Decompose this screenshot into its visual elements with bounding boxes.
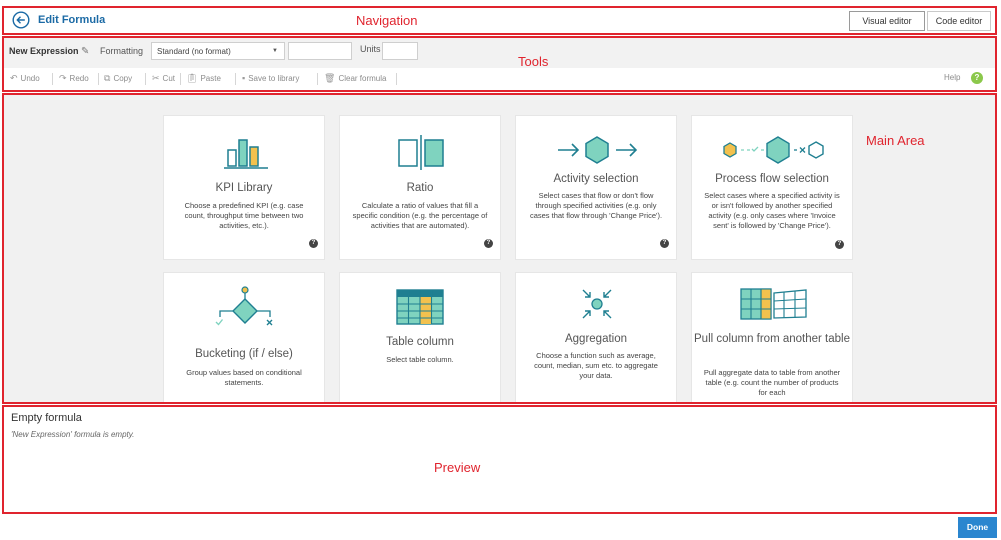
done-button[interactable]: Done [958,517,997,538]
redo-label: Redo [69,74,89,83]
card-description: Select table column. [386,355,454,364]
clear-formula-label: Clear formula [338,74,387,83]
chevron-down-icon: ▼ [272,48,278,54]
card-activity-selection[interactable]: Activity selection Select cases that flo… [515,115,677,260]
redo-button[interactable]: ↷ Redo [59,73,89,84]
units-input[interactable] [382,42,418,60]
action-toolbar: ↶ Undo ↷ Redo ⧉ Copy ✂ Cut 📋︎ Paste ▪ Save to … [4,68,995,90]
undo-button[interactable]: ↶ Undo [10,73,40,84]
copy-icon: ⧉ [104,73,111,83]
pull-column-icon [740,288,807,320]
formatting-select[interactable]: Standard (no format) ▼ [151,42,285,60]
formatting-value: Standard (no format) [157,47,231,56]
help-question-icon[interactable]: ? [484,239,493,248]
navigation-bar: Edit Formula Navigation Visual editor Co… [2,6,997,35]
main-region-label: Main Area [866,133,925,148]
bucketing-icon [215,286,273,326]
card-title: Ratio [406,182,434,194]
card-ratio[interactable]: Ratio Calculate a ratio of values that f… [339,115,501,260]
expression-settings-row: New Expression ✎ Formatting Standard (no… [4,38,995,69]
card-description: Group values based on conditional statem… [186,368,302,387]
trash-icon: 🗑︎ [324,73,336,83]
kpi-library-icon [224,139,268,169]
paste-label: Paste [200,74,221,83]
toolbar-divider [235,73,236,85]
cut-label: Cut [162,74,175,83]
copy-label: Copy [113,74,133,83]
card-title: Table column [386,336,454,348]
help-icon[interactable]: ? [971,72,983,84]
card-pull-column[interactable]: Pull column from another table Pull aggr… [691,272,853,402]
card-description: Pull aggregate data to table from anothe… [703,368,841,397]
clear-formula-button[interactable]: 🗑︎ Clear formula [324,73,386,84]
help-question-icon[interactable]: ? [660,239,669,248]
activity-selection-icon [558,136,638,164]
redo-icon: ↷ [59,73,67,83]
preview-message: 'New Expression' formula is empty. [11,430,135,439]
card-description: Select cases where a specified activity … [704,191,840,230]
card-title: Bucketing (if / else) [195,348,293,360]
navigation-region-label: Navigation [356,13,418,28]
pencil-icon[interactable]: ✎ [81,46,89,57]
undo-icon: ↶ [10,73,18,83]
ratio-icon [398,135,444,170]
save-to-library-button[interactable]: ▪ Save to library [242,73,299,83]
preview-title: Empty formula [11,412,82,424]
save-icon: ▪ [242,73,246,83]
help-question-icon[interactable]: ? [309,239,318,248]
card-title: KPI Library [215,182,273,194]
tools-bar: New Expression ✎ Formatting Standard (no… [2,36,997,92]
tab-code-editor[interactable]: Code editor [927,11,991,31]
card-table-column[interactable]: Table column Select table column. [339,272,501,402]
preview-panel: Empty formula 'New Expression' formula i… [2,405,997,514]
back-arrow-icon[interactable] [12,11,30,29]
help-question-icon[interactable]: ? [835,240,844,249]
toolbar-divider [52,73,53,85]
card-title: Activity selection [553,173,639,185]
tools-region-label: Tools [518,54,549,69]
card-kpi-library[interactable]: KPI Library Choose a predefined KPI (e.g… [163,115,325,260]
paste-icon: 📋︎ [186,73,198,83]
copy-button[interactable]: ⧉ Copy [104,73,132,84]
undo-label: Undo [20,74,40,83]
edit-formula-window: Edit Formula Navigation Visual editor Co… [0,0,1001,540]
card-process-flow-selection[interactable]: Process flow selection Select cases wher… [691,115,853,260]
cut-icon: ✂ [152,73,160,83]
card-description: Calculate a ratio of values that fill a … [352,201,488,230]
expression-name: New Expression [9,46,79,56]
card-title: Pull column from another table [694,333,850,345]
card-title: Process flow selection [715,173,829,185]
card-description: Choose a function such as average, count… [534,351,658,380]
card-title: Aggregation [564,333,628,345]
page-title: Edit Formula [38,14,106,26]
paste-button[interactable]: 📋︎ Paste [186,73,221,84]
tab-visual-editor[interactable]: Visual editor [849,11,925,31]
table-column-icon [396,289,444,325]
aggregation-icon [582,289,612,319]
card-description: Select cases that flow or don't flow thr… [529,191,663,220]
card-aggregation[interactable]: Aggregation Choose a function such as av… [515,272,677,402]
cut-button[interactable]: ✂ Cut [152,73,175,84]
toolbar-divider [317,73,318,85]
save-to-library-label: Save to library [248,74,300,83]
process-flow-icon [723,136,824,164]
toolbar-divider [180,73,181,85]
main-area: Main Area KPI Library Choose a predefine… [2,93,997,404]
preview-region-label: Preview [434,460,481,475]
format-extra-input[interactable] [288,42,352,60]
formatting-label: Formatting [100,46,144,56]
card-bucketing[interactable]: Bucketing (if / else) Group values based… [163,272,325,402]
card-description: Choose a predefined KPI (e.g. case count… [184,201,304,230]
toolbar-divider [98,73,99,85]
toolbar-divider [145,73,146,85]
toolbar-divider [396,73,397,85]
units-label: Units [360,44,381,54]
help-link[interactable]: Help [944,73,960,82]
